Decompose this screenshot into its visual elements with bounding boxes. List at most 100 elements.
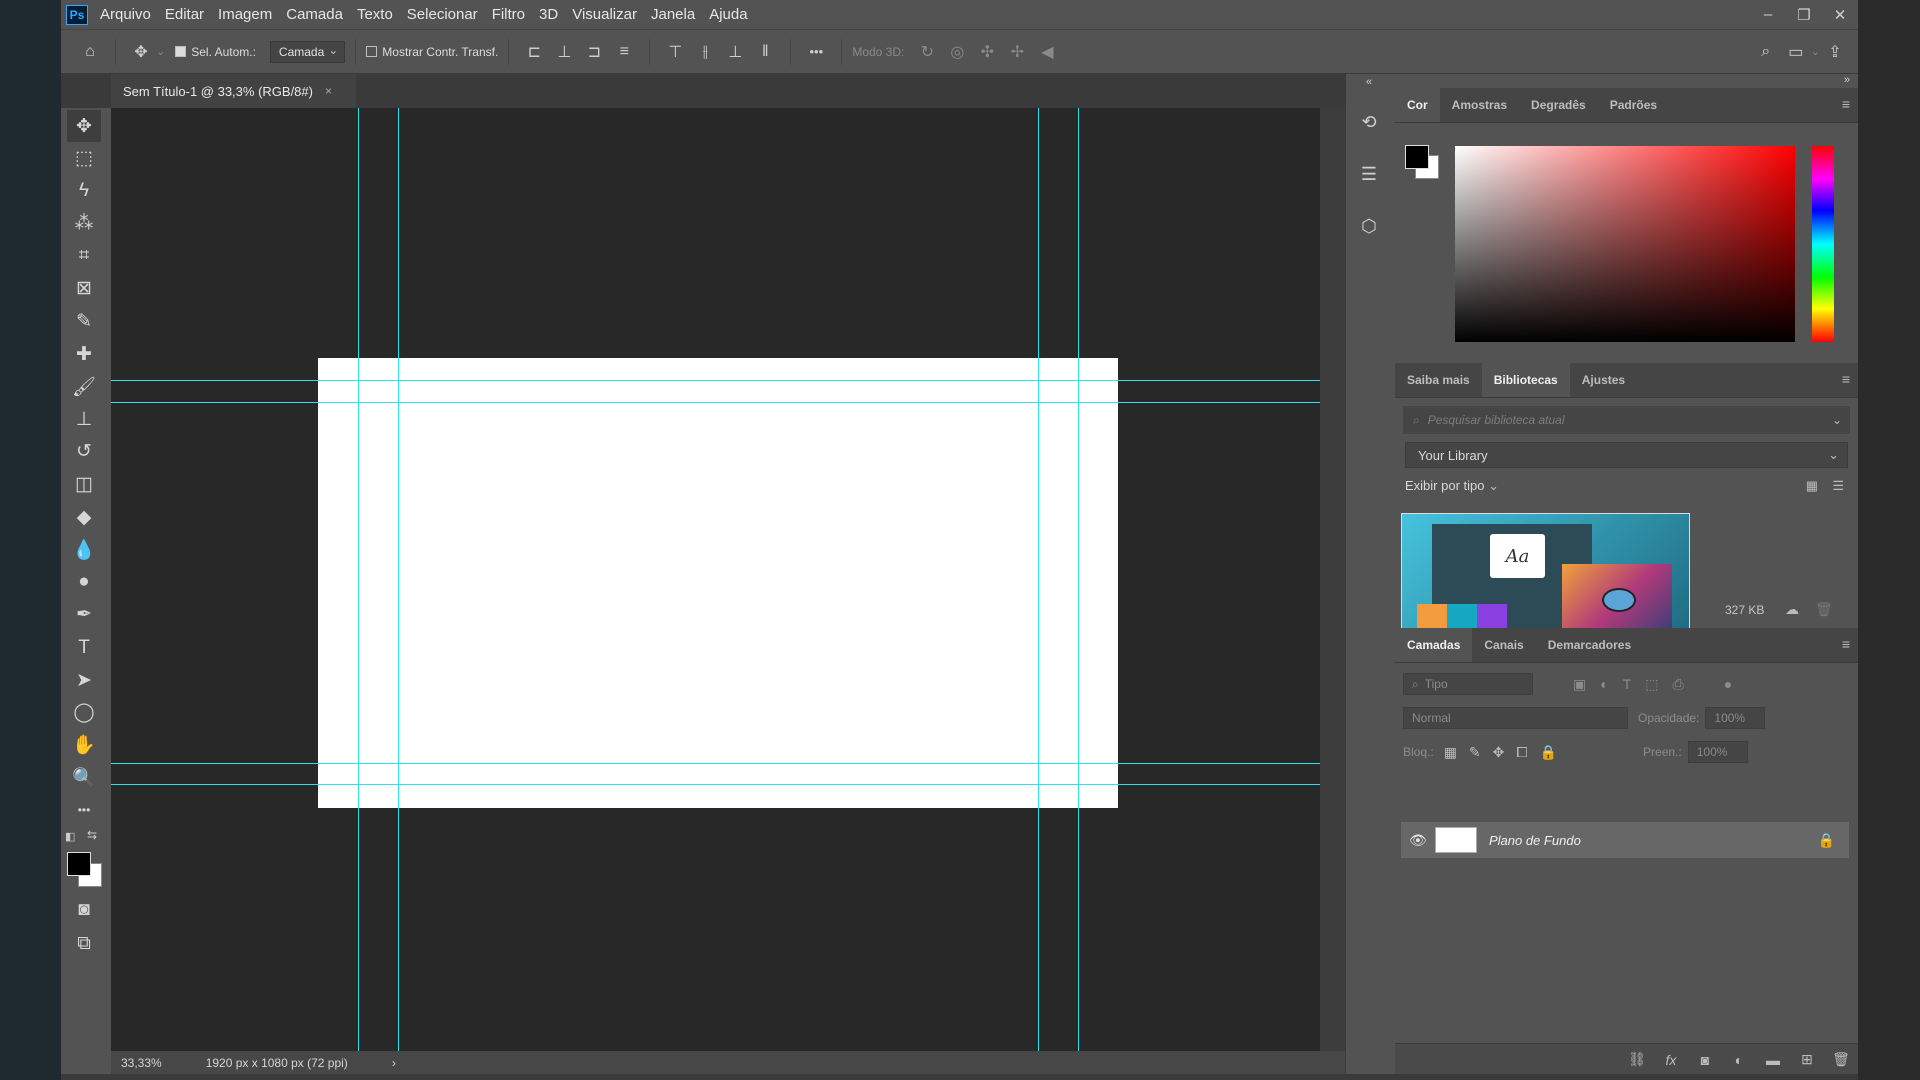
tab-bibliotecas[interactable]: Bibliotecas [1481,363,1570,397]
clone-stamp-icon[interactable]: ⊥ [67,403,101,435]
add-mask-icon[interactable]: ◙ [1688,1052,1722,1068]
zoom-level[interactable]: 33,33% [121,1056,162,1070]
menu-visualizar[interactable]: Visualizar [572,6,637,23]
workspace-icon[interactable]: ▭ [1781,37,1811,67]
menu-3d[interactable]: 3D [539,6,558,23]
tab-canais[interactable]: Canais [1472,628,1535,662]
slide-3d-icon[interactable]: ✢ [1002,37,1032,67]
tab-amostras[interactable]: Amostras [1440,88,1519,122]
healing-brush-icon[interactable]: ✚ [67,338,101,370]
horizontal-guide[interactable] [111,380,1320,381]
close-button[interactable]: ✕ [1822,0,1858,29]
align-bottom-icon[interactable]: ⊥ [720,37,750,67]
horizontal-guide[interactable] [111,784,1320,785]
menu-janela[interactable]: Janela [651,6,695,23]
grid-view-icon[interactable]: ▦ [1806,478,1818,494]
default-colors-icon[interactable]: ◧ [65,830,75,843]
type-icon[interactable]: T [67,632,101,664]
pen-icon[interactable]: ✒ [67,599,101,631]
more-tools-icon[interactable]: ••• [67,794,101,826]
trash-icon[interactable]: 🗑 [1815,601,1833,618]
document-tab[interactable]: Sem Título-1 @ 33,3% (RGB/8#) × [111,74,356,108]
layer-style-icon[interactable]: fx [1654,1052,1688,1068]
menu-selecionar[interactable]: Selecionar [407,6,478,23]
distribute-v-icon[interactable]: ‖ [750,37,780,67]
chevron-down-icon[interactable]: ⌄ [156,45,165,58]
tab-degrades[interactable]: Degradês [1519,88,1598,122]
blur-icon[interactable]: 💧 [67,534,101,566]
magic-wand-icon[interactable]: ⁂ [67,208,101,240]
eyedropper-icon[interactable]: ✎ [67,306,101,338]
swap-colors-icon[interactable]: ⇆ [87,828,97,842]
lock-artboard-icon[interactable]: ⧠ [1516,744,1527,761]
panel-menu-icon[interactable]: ≡ [1842,636,1850,652]
horizontal-guide[interactable] [111,402,1320,403]
show-transform-checkbox[interactable]: Mostrar Contr. Transf. [366,45,498,59]
home-icon[interactable]: ⌂ [75,37,105,67]
new-group-icon[interactable]: ▬ [1756,1052,1790,1068]
document-canvas[interactable] [318,358,1118,808]
opacity-input[interactable]: 100% [1705,707,1766,729]
align-right-icon[interactable]: ⊐ [579,37,609,67]
menu-filtro[interactable]: Filtro [492,6,525,23]
filter-smart-object-icon[interactable]: ⎙ [1673,676,1684,693]
history-panel-icon[interactable]: ⟲ [1351,104,1387,140]
more-options-button[interactable]: ••• [801,37,831,67]
vertical-guide[interactable] [1078,108,1079,1051]
share-icon[interactable]: ⇪ [1820,37,1850,67]
crop-icon[interactable]: ⌗ [67,240,101,272]
library-search-input[interactable]: ⌕ Pesquisar biblioteca atual ⌄ [1403,406,1850,434]
filter-shape-icon[interactable]: ⬚ [1645,676,1658,693]
zoom-icon[interactable]: 🔍 [67,762,101,794]
roll-3d-icon[interactable]: ◎ [942,37,972,67]
checkbox-checked-icon[interactable] [175,46,187,57]
cloud-icon[interactable]: ☁ [1785,601,1799,618]
filter-pixel-icon[interactable]: ▣ [1573,676,1586,693]
tab-cor[interactable]: Cor [1395,88,1440,122]
vertical-guide[interactable] [1038,108,1039,1051]
menu-texto[interactable]: Texto [357,6,393,23]
blend-mode-dropdown[interactable]: Normal [1403,707,1628,729]
view-by-type-dropdown[interactable]: Exibir por tipo ⌄ ▦ ☰ [1405,478,1858,494]
history-brush-icon[interactable]: ↺ [67,436,101,468]
hand-icon[interactable]: ✋ [67,729,101,761]
library-select[interactable]: Your Library ⌄ [1405,442,1848,468]
fill-input[interactable]: 100% [1687,741,1748,763]
quick-mask-icon[interactable]: ◙ [67,894,101,926]
search-icon[interactable]: ⌕ [1751,37,1781,67]
menu-imagem[interactable]: Imagem [218,6,272,23]
move-tool-preset-icon[interactable]: ✥ [126,37,156,67]
layer-name[interactable]: Plano de Fundo [1489,833,1581,848]
adjustment-layer-icon[interactable]: ◐ [1722,1052,1756,1068]
panel-foreground-swatch[interactable] [1405,145,1429,169]
photoshop-logo[interactable]: Ps [66,4,88,25]
camera-3d-icon[interactable]: ◀ [1032,37,1062,67]
status-menu-arrow[interactable]: › [392,1056,396,1070]
menu-ajuda[interactable]: Ajuda [709,6,747,23]
filter-toggle-icon[interactable]: ● [1724,676,1732,692]
filter-adjustment-icon[interactable]: ◐ [1600,676,1608,692]
color-picker-field[interactable] [1455,146,1795,342]
tab-camadas[interactable]: Camadas [1395,628,1473,662]
tab-padroes[interactable]: Padrões [1598,88,1669,122]
tab-demarcadores[interactable]: Demarcadores [1536,628,1643,662]
chevron-down-icon[interactable]: ⌄ [1811,37,1820,67]
pan-3d-icon[interactable]: ✣ [972,37,1002,67]
move-icon[interactable]: ✥ [67,110,101,142]
path-selection-icon[interactable]: ➤ [67,664,101,696]
vertical-guide[interactable] [398,108,399,1051]
layer-row[interactable]: 👁 Plano de Fundo 🔒 [1401,822,1849,858]
3d-panel-icon[interactable]: ⬡ [1351,208,1387,244]
align-left-icon[interactable]: ⊏ [519,37,549,67]
layer-filter-dropdown[interactable]: ⌕ Tipo [1403,673,1533,695]
expand-dock-icon[interactable]: « [1346,76,1392,88]
lasso-icon[interactable]: ϟ [67,175,101,207]
marquee-icon[interactable]: ⬚ [67,143,101,175]
chevron-down-icon[interactable]: ⌄ [1832,413,1842,427]
filter-type-icon[interactable]: T [1623,676,1632,692]
dodge-icon[interactable]: ● [67,566,101,598]
auto-select-target-dropdown[interactable]: Camada [269,40,346,63]
checkbox-unchecked-icon[interactable] [366,46,378,57]
lock-transparency-icon[interactable]: ▦ [1444,744,1457,761]
restore-button[interactable]: ❐ [1786,0,1822,29]
